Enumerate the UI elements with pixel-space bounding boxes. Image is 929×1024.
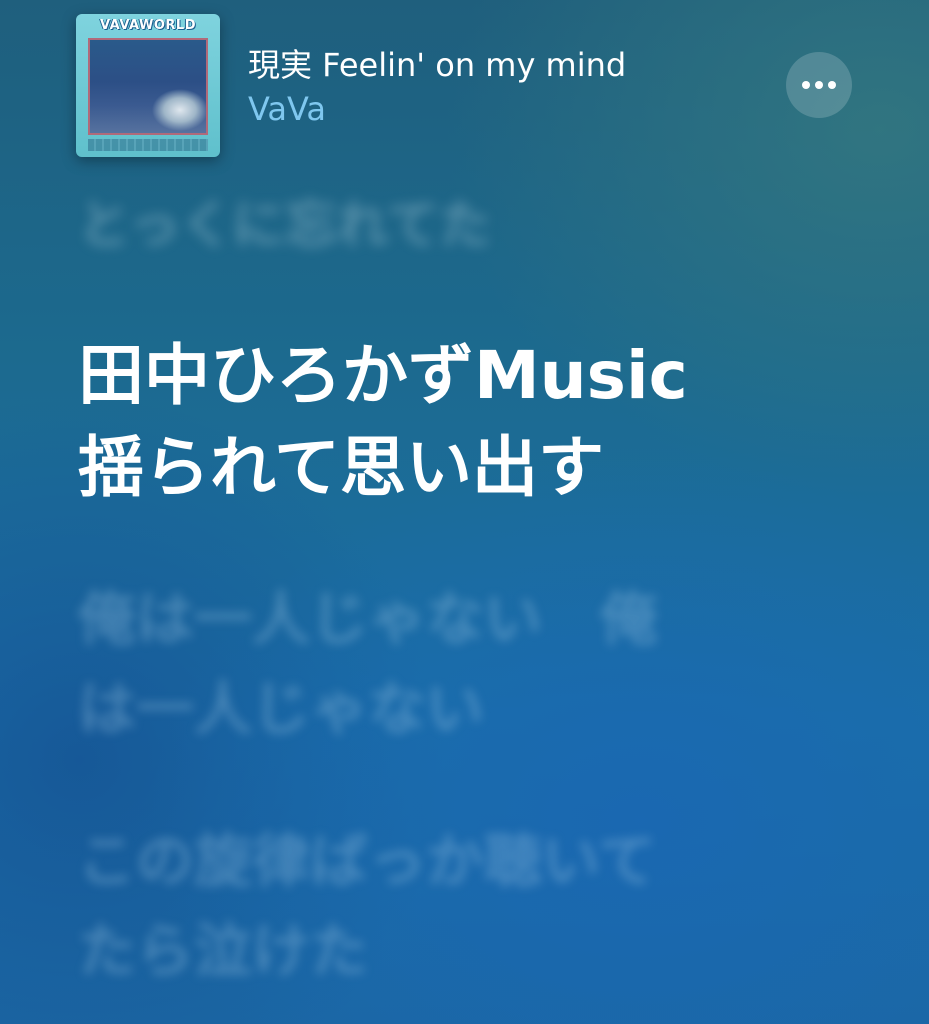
artist-name[interactable]: VaVa (248, 90, 326, 128)
song-title: 現実 Feelin' on my mind (248, 46, 627, 84)
album-artwork-strip (88, 139, 208, 151)
lyric-line-next[interactable]: この旋律ばっか聴いて たら泣けた (78, 816, 738, 996)
ellipsis-dot (828, 81, 836, 89)
ellipsis-dot (802, 81, 810, 89)
album-logo-text: VAVAWORLD (100, 18, 196, 33)
lyric-line-next[interactable]: 俺は一人じゃない 俺 は一人じゃない (78, 574, 738, 754)
lyric-next-line-2: は一人じゃない (78, 675, 485, 743)
lyric-line-past[interactable]: とっくに忘れてた (78, 180, 738, 272)
ellipsis-icon (802, 81, 836, 89)
ellipsis-dot (815, 81, 823, 89)
lyric-line-current[interactable]: 田中ひろかずMusic 揺られて思い出す (78, 330, 738, 514)
lyric-current-line-1: 田中ひろかずMusic (78, 337, 688, 414)
lyric-current-line-2: 揺られて思い出す (78, 429, 605, 506)
album-artwork[interactable]: VAVAWORLD (76, 14, 220, 157)
lyric-next-line-2: たら泣けた (78, 917, 369, 985)
more-options-button[interactable] (786, 52, 852, 118)
album-artwork-scene (88, 38, 208, 135)
lyric-next-line-1: 俺は一人じゃない 俺 (78, 585, 659, 653)
lyric-next-line-1: この旋律ばっか聴いて (78, 827, 657, 895)
